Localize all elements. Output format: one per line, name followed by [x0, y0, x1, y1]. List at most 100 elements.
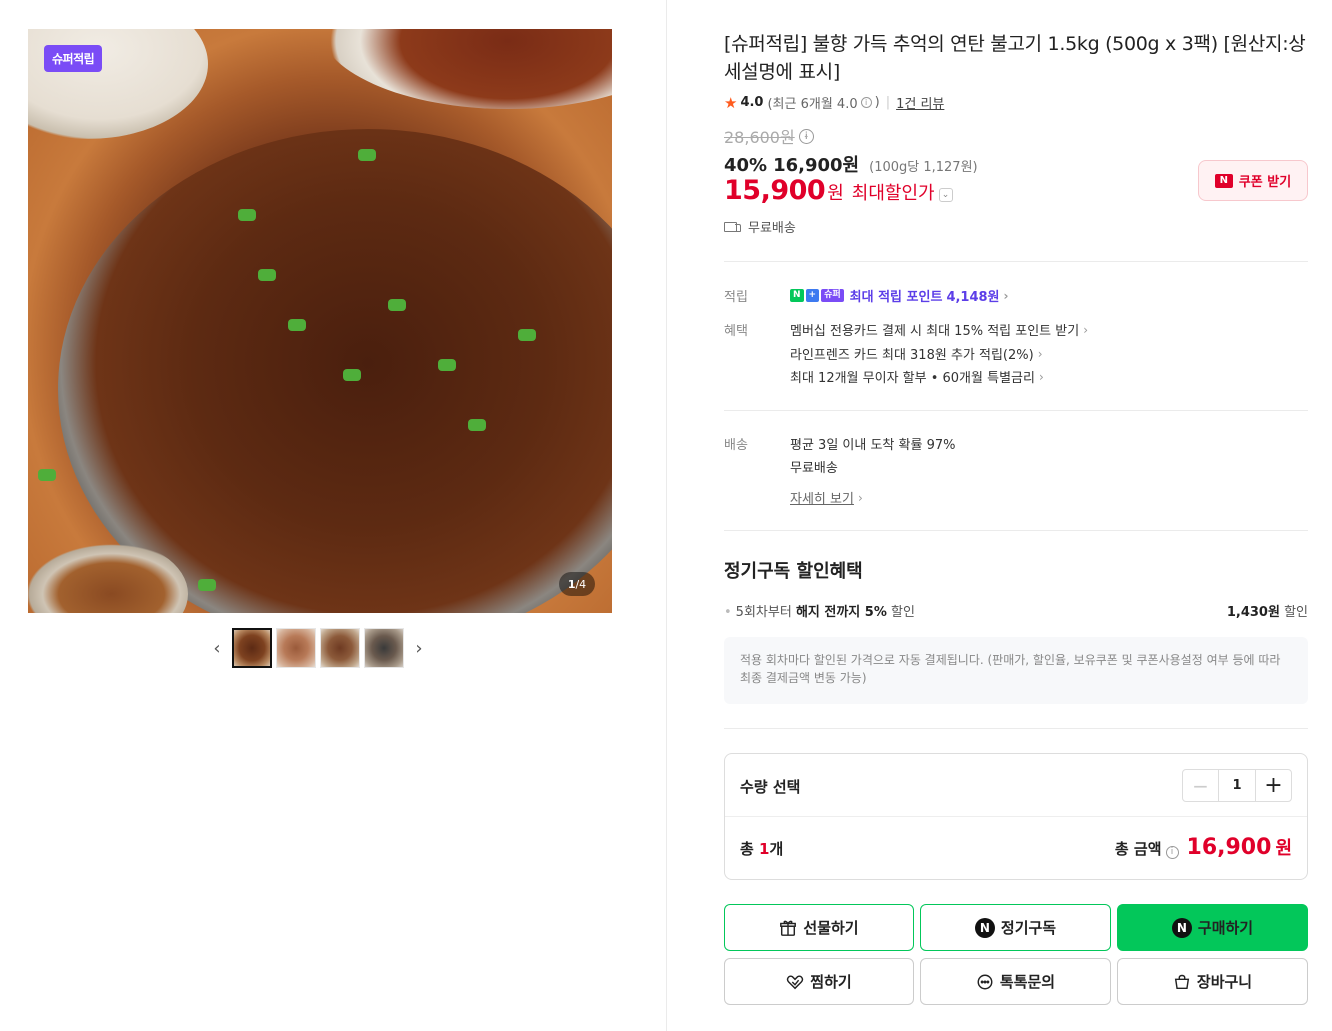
rating-score: 4.0: [740, 95, 764, 110]
product-main-image[interactable]: [28, 29, 612, 613]
chevron-down-icon[interactable]: ⌄: [938, 188, 953, 202]
sale-price: 16,900원: [773, 155, 860, 176]
quantity-value[interactable]: 1: [1219, 770, 1255, 801]
points-row[interactable]: N + 슈퍼 최대 적립 포인트 4,148원 ›: [790, 286, 1008, 305]
detail-link[interactable]: 자세히 보기 ›: [790, 488, 863, 508]
product-gallery: 슈퍼적립 1/4 ‹ ›: [0, 0, 667, 1031]
max-discount-price: 15,900: [724, 175, 826, 206]
subscription-row: • 5회차부터 해지 전까지 5% 할인 1,430원 할인: [724, 601, 1308, 620]
benefit-item[interactable]: 멤버십 전용카드 결제 시 최대 15% 적립 포인트 받기 ›: [790, 320, 1088, 340]
divider: [724, 410, 1308, 411]
subscription-discount-amount: 1,430원: [1226, 605, 1280, 620]
shopping-bag-icon: [1174, 974, 1190, 989]
total-count: 총 1개: [740, 838, 783, 859]
thumbnail-strip: ‹ ›: [206, 628, 430, 668]
unit-price: (100g당 1,127원): [869, 160, 978, 175]
gift-icon: [780, 920, 797, 936]
subscription-discount-suffix: 할인: [1284, 605, 1308, 620]
quantity-header: 수량 선택 − 1 +: [725, 754, 1307, 817]
subscription-title: 정기구독 할인혜택: [724, 561, 863, 582]
thumbnail-3[interactable]: [320, 628, 360, 668]
wish-button[interactable]: 찜하기: [724, 958, 914, 1005]
green-onion: [438, 359, 456, 371]
green-onion: [358, 149, 376, 161]
benefit-item-text: 최대 12개월 무이자 할부 • 60개월 특별금리: [790, 371, 1035, 386]
quantity-label: 수량 선택: [740, 778, 801, 796]
total-amount: 총 금액 i 16,900 원: [1115, 834, 1292, 860]
total-amount-won: 원: [1275, 838, 1292, 859]
benefit-item-text: 라인프렌즈 카드 최대 318원 추가 적립(2%): [790, 348, 1034, 363]
benefit-item[interactable]: 최대 12개월 무이자 할부 • 60개월 특별금리 ›: [790, 367, 1044, 387]
green-onion: [38, 469, 56, 481]
thumbnail-2[interactable]: [276, 628, 316, 668]
benefit-label: 혜택: [724, 324, 748, 339]
separator: |: [885, 95, 891, 110]
wish-button-label: 찜하기: [810, 973, 852, 991]
subscription-note: 적용 회차마다 할인된 가격으로 자동 결제됩니다. (판매가, 할인율, 보유…: [724, 637, 1308, 704]
total-count-number: 1: [759, 840, 770, 858]
subscription-condition-suffix: 할인: [891, 605, 915, 620]
green-onion: [343, 369, 361, 381]
naver-n-icon: N: [1171, 917, 1192, 938]
detail-link-text: 자세히 보기: [790, 492, 854, 507]
green-onion: [258, 269, 276, 281]
divider: [724, 261, 1308, 262]
divider: [724, 530, 1308, 531]
discount-rate: 40%: [724, 155, 768, 176]
subscribe-button[interactable]: N 정기구독: [920, 904, 1111, 951]
subscription-condition: • 5회차부터 해지 전까지 5% 할인: [724, 601, 915, 620]
gift-button-label: 선물하기: [803, 919, 859, 937]
thumbnail-1[interactable]: [232, 628, 272, 668]
quantity-box: 수량 선택 − 1 + 총 1개 총 금액 i 16,900 원: [724, 753, 1308, 880]
benefit-item[interactable]: 라인프렌즈 카드 최대 318원 추가 적립(2%) ›: [790, 344, 1043, 364]
plus-icon[interactable]: +: [1255, 770, 1291, 801]
delivery-item: 무료배송: [790, 461, 838, 476]
prev-image-icon[interactable]: ‹: [206, 628, 228, 668]
chat-icon: [977, 974, 993, 989]
product-title: [슈퍼적립] 불향 가득 추억의 연탄 불고기 1.5kg (500g x 3팩…: [724, 33, 1306, 83]
buy-button[interactable]: N 구매하기: [1117, 904, 1308, 951]
subscription-condition-bold: 해지 전까지 5%: [795, 605, 887, 620]
delivery-label: 배송: [724, 438, 748, 453]
chevron-right-icon: ›: [1003, 288, 1009, 303]
max-discount-label: 최대할인가: [851, 183, 935, 204]
thumbnail-4[interactable]: [364, 628, 404, 668]
gift-button[interactable]: 선물하기: [724, 904, 914, 951]
quantity-stepper: − 1 +: [1182, 769, 1292, 802]
info-icon[interactable]: i: [798, 128, 814, 144]
review-link[interactable]: 1건 리뷰: [896, 93, 944, 112]
green-onion: [198, 579, 216, 591]
next-image-icon[interactable]: ›: [408, 628, 430, 668]
original-price-value: 28,600원: [724, 128, 795, 147]
info-icon[interactable]: i: [1165, 846, 1179, 859]
minus-icon[interactable]: −: [1183, 770, 1219, 801]
points-value: 4,148원: [946, 290, 1000, 305]
rating-recent: (최근 6개월 4.0: [767, 97, 858, 112]
buy-button-label: 구매하기: [1197, 919, 1254, 937]
green-onion: [388, 299, 406, 311]
points-label: 적립: [724, 290, 748, 305]
heart-icon: [787, 974, 804, 989]
chevron-right-icon: ›: [1037, 346, 1043, 361]
subscription-discount: 1,430원 할인: [1227, 601, 1308, 620]
naver-coupon-icon: N: [1214, 173, 1233, 188]
bulgogi-plate: [58, 129, 612, 613]
star-icon: ★: [724, 93, 738, 112]
original-price: 28,600원 i: [724, 124, 814, 148]
image-counter-total: /4: [575, 577, 587, 591]
bullet: •: [724, 605, 732, 620]
truck-icon: [724, 221, 742, 233]
cart-button[interactable]: 장바구니: [1117, 958, 1308, 1005]
coupon-button[interactable]: N 쿠폰 받기: [1198, 160, 1308, 201]
sale-price-row: 40% 16,900원 (100g당 1,127원): [724, 151, 978, 177]
image-counter-current: 1: [567, 577, 576, 591]
info-icon[interactable]: i: [860, 97, 872, 108]
talk-button[interactable]: 톡톡문의: [920, 958, 1111, 1005]
talk-button-label: 톡톡문의: [999, 973, 1056, 991]
divider: [724, 728, 1308, 729]
shipping-row: 무료배송: [724, 217, 796, 236]
delivery-item: 평균 3일 이내 도착 확률 97%: [790, 438, 956, 453]
green-onion: [468, 419, 486, 431]
subscription-condition-prefix: 5회차부터: [735, 605, 792, 620]
max-discount-won: 원: [827, 183, 844, 204]
